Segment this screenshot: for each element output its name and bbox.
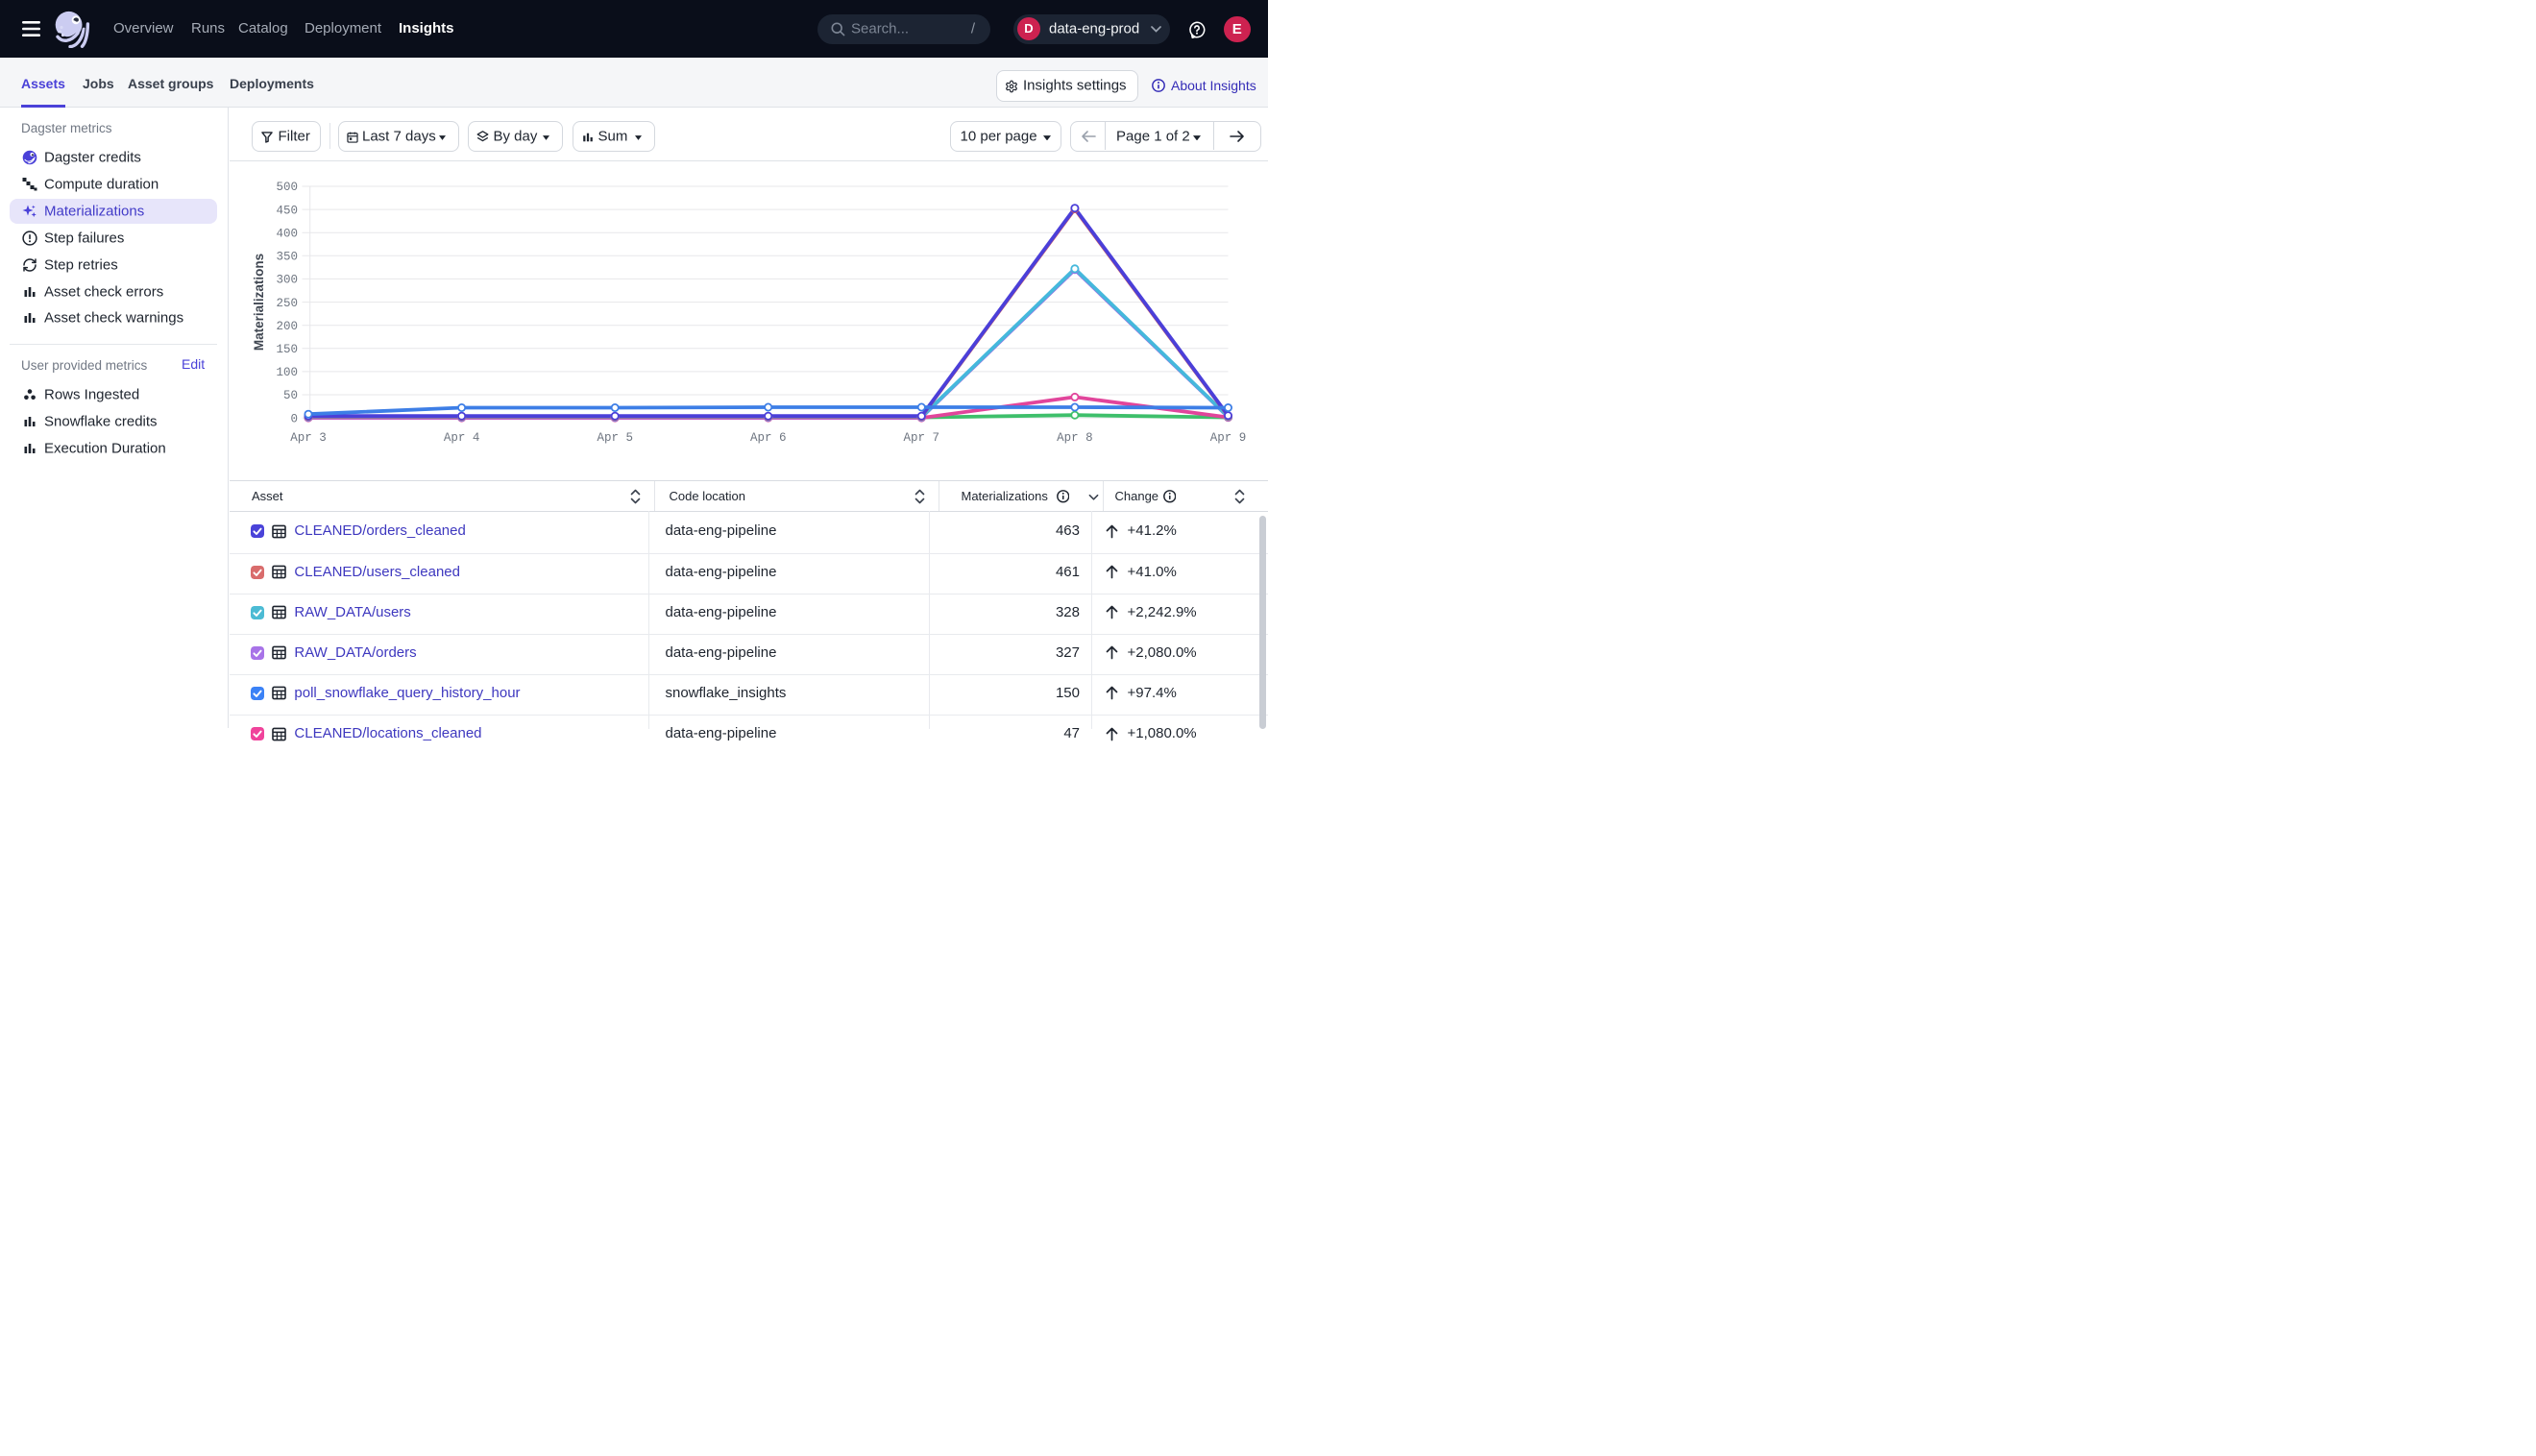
svg-text:250: 250 — [276, 297, 298, 310]
svg-text:50: 50 — [283, 389, 298, 402]
svg-text:200: 200 — [276, 320, 298, 333]
svg-text:Apr 5: Apr 5 — [597, 431, 633, 445]
svg-text:Apr 9: Apr 9 — [1210, 431, 1247, 445]
svg-text:Materializations: Materializations — [252, 254, 266, 351]
svg-text:350: 350 — [276, 251, 298, 264]
svg-text:Apr 7: Apr 7 — [904, 431, 940, 445]
svg-text:Apr 4: Apr 4 — [444, 431, 480, 445]
svg-text:0: 0 — [290, 412, 298, 425]
svg-text:Apr 6: Apr 6 — [750, 431, 787, 445]
svg-text:150: 150 — [276, 343, 298, 356]
svg-text:500: 500 — [276, 181, 298, 194]
svg-text:100: 100 — [276, 366, 298, 379]
svg-text:300: 300 — [276, 274, 298, 287]
svg-text:Apr 3: Apr 3 — [290, 431, 327, 445]
svg-text:Apr 8: Apr 8 — [1057, 431, 1093, 445]
svg-text:450: 450 — [276, 204, 298, 217]
svg-text:400: 400 — [276, 227, 298, 240]
